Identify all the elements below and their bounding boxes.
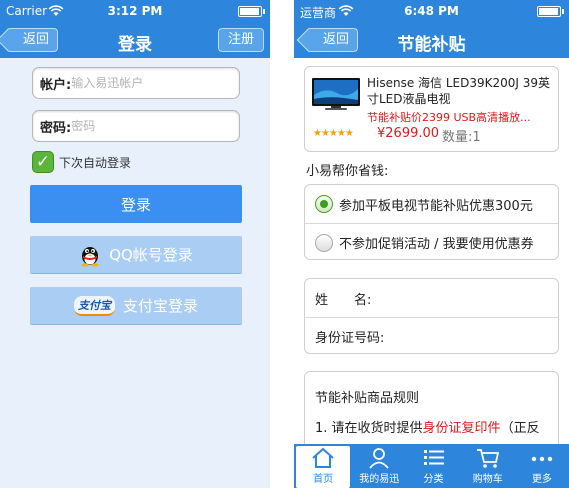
tab-my-account[interactable]: 我的易迅 [352, 444, 406, 488]
option-coupon[interactable]: 不参加促销活动 / 我要使用优惠券 [305, 223, 558, 261]
tab-cart[interactable]: 购物车 [461, 444, 515, 488]
wifi-icon [338, 5, 354, 16]
rating-stars-icon: ★★★★★ [313, 128, 354, 139]
tab-label: 购物车 [472, 474, 503, 485]
tab-label: 分类 [423, 474, 444, 485]
tab-label: 我的易迅 [359, 474, 400, 485]
rules-text: 1. 请在收货时提供身份证复印件（正反 [315, 420, 555, 438]
battery-level [240, 8, 259, 15]
qq-login-button[interactable]: QQ帐号登录 [30, 236, 242, 274]
status-bar: Carrier 3:12 PM [0, 0, 270, 22]
account-field[interactable]: 帐户: [32, 67, 240, 99]
auto-login-label: 下次自动登录 [59, 155, 132, 170]
login-button-label: 登录 [120, 195, 151, 214]
option-label: 不参加促销活动 / 我要使用优惠券 [339, 237, 534, 252]
radio-unselected-icon[interactable] [315, 233, 333, 252]
auto-login-row[interactable]: ✓ 下次自动登录 [32, 151, 131, 173]
nav-bar: 返回 登录 注册 [0, 22, 270, 58]
home-icon [312, 447, 334, 468]
id-number-label: 身份证号码: [315, 331, 385, 346]
rules-title: 节能补贴商品规则 [315, 391, 420, 406]
product-price: ¥2699.00 [377, 126, 440, 141]
tab-more[interactable]: 更多 [515, 444, 569, 488]
account-input[interactable] [71, 76, 222, 90]
tab-home[interactable]: 首页 [296, 446, 351, 488]
rules-text-post: （正反 [500, 421, 540, 436]
tab-bar: 首页 我的易迅 分类 购物车 更多 [294, 444, 569, 488]
tab-category[interactable]: 分类 [406, 444, 460, 488]
list-icon [423, 450, 444, 465]
alipay-login-button[interactable]: 支付宝 支付宝登录 [30, 287, 242, 325]
id-number-field[interactable]: 身份证号码: [305, 317, 558, 355]
page-title: 节能补贴 [397, 35, 466, 55]
battery-level [539, 8, 558, 15]
password-input[interactable] [71, 119, 222, 133]
battery-icon [238, 6, 265, 17]
tv-product-image [312, 78, 360, 110]
saving-label: 小易帮你省钱: [306, 164, 389, 179]
product-promo: 节能补贴价2399 USB高清播放... [367, 111, 531, 124]
battery-icon [537, 6, 564, 17]
name-label: 姓 名: [315, 292, 372, 308]
product-title: Hisense 海信 LED39K200J 39英寸LED液晶电视 [367, 76, 551, 106]
password-field[interactable]: 密码: [32, 110, 240, 142]
subsidy-screen: 运营商 6:48 PM 返回 节能补贴 Hisense 海信 LED39K200… [294, 0, 569, 488]
product-quantity: 数量:1 [442, 130, 481, 145]
cart-icon [476, 449, 499, 468]
rules-text-highlight: 身份证复印件 [422, 421, 501, 436]
promo-options: 参加平板电视节能补贴优惠300元 不参加促销活动 / 我要使用优惠券 [304, 184, 559, 260]
tab-label: 首页 [313, 474, 334, 485]
auto-login-checkbox[interactable]: ✓ [32, 151, 54, 173]
user-icon [369, 448, 389, 469]
product-card[interactable]: Hisense 海信 LED39K200J 39英寸LED液晶电视 节能补贴价2… [304, 66, 559, 152]
account-label: 帐户: [40, 77, 72, 93]
option-subsidy[interactable]: 参加平板电视节能补贴优惠300元 [305, 185, 558, 223]
login-screen: Carrier 3:12 PM 返回 登录 注册 帐户: 密码: ✓ 下次自动登… [0, 0, 270, 488]
name-field[interactable]: 姓 名: [305, 279, 558, 317]
option-label: 参加平板电视节能补贴优惠300元 [339, 198, 533, 214]
register-button[interactable]: 注册 [217, 28, 264, 52]
carrier-label: 运营商 [300, 6, 337, 20]
qq-login-label: QQ帐号登录 [109, 246, 193, 264]
rules-text-pre: 1. 请在收货时提供 [315, 421, 423, 436]
carrier-label: Carrier [6, 4, 48, 18]
login-button[interactable]: 登录 [30, 185, 242, 223]
radio-selected-icon[interactable] [315, 195, 333, 213]
nav-bar: 返回 节能补贴 [294, 22, 569, 58]
password-label: 密码: [40, 120, 72, 136]
alipay-login-label: 支付宝登录 [122, 297, 198, 315]
wifi-icon [48, 5, 64, 16]
qq-penguin-icon [79, 243, 101, 267]
identity-form: 姓 名: 身份证号码: [304, 278, 559, 354]
tab-label: 更多 [531, 474, 552, 485]
checkmark-icon: ✓ [35, 152, 51, 172]
status-bar: 运营商 6:48 PM [294, 0, 569, 22]
more-icon [531, 456, 553, 462]
alipay-logo: 支付宝 [73, 295, 115, 316]
